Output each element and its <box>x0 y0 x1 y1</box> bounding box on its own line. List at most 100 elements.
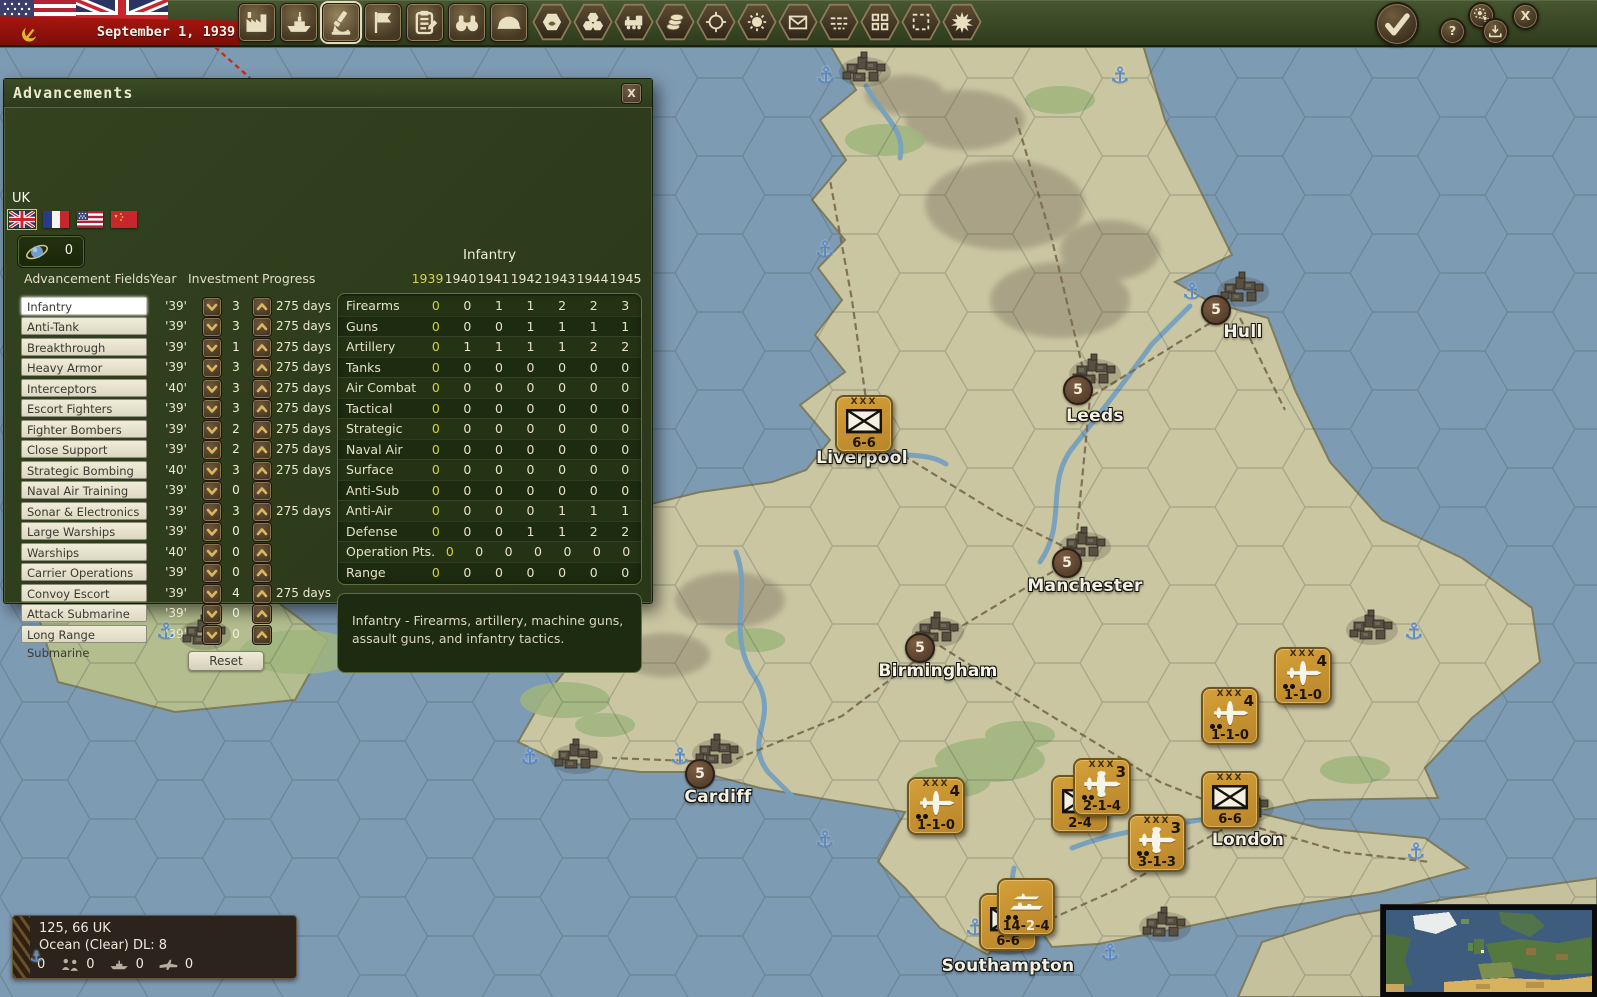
field-name-button[interactable]: Naval Air Training <box>21 481 147 499</box>
selection-button[interactable] <box>901 3 941 41</box>
stat-row: Defense0001122 <box>338 521 641 542</box>
unit-strength: 1-1-0 <box>1276 688 1330 703</box>
field-name-button[interactable]: Sonar & Electronics <box>21 502 147 520</box>
detail-years-row: 1939194019411942194319441945 <box>337 271 642 286</box>
increase-investment-button[interactable] <box>252 502 272 522</box>
reset-button[interactable]: Reset <box>188 651 264 671</box>
panel-title-bar[interactable]: Advancements X <box>4 79 652 108</box>
decrease-investment-button[interactable] <box>202 338 222 358</box>
reports-button[interactable] <box>406 3 444 42</box>
decrease-investment-button[interactable] <box>202 502 222 522</box>
field-name-button[interactable]: Warships <box>21 543 147 561</box>
minimap[interactable] <box>1381 905 1597 997</box>
decrease-investment-button[interactable] <box>202 358 222 378</box>
increase-investment-button[interactable] <box>252 297 272 317</box>
decrease-investment-button[interactable] <box>202 420 222 440</box>
city-sprite[interactable] <box>545 735 609 779</box>
usa-flag-tab[interactable] <box>77 211 103 228</box>
city-sprite[interactable] <box>833 48 897 92</box>
field-name-button[interactable]: Carrier Operations <box>21 563 147 581</box>
city-sprite[interactable] <box>1133 903 1197 947</box>
city-sprite[interactable] <box>1340 606 1404 650</box>
unit-counter-navy[interactable]: 14-2-4 <box>997 878 1055 936</box>
unit-counter-fighter[interactable]: XXX41-1-0 <box>1201 687 1259 745</box>
unit-counter-infantry[interactable]: XXX6-6 <box>835 395 893 453</box>
increase-investment-button[interactable] <box>252 584 272 604</box>
naval-button[interactable] <box>280 3 318 42</box>
field-name-button[interactable]: Infantry <box>21 297 147 315</box>
decrease-investment-button[interactable] <box>202 481 222 501</box>
hex-info-button[interactable] <box>573 3 613 41</box>
field-name-button[interactable]: Fighter Bombers <box>21 420 147 438</box>
field-name-button[interactable]: Convoy Escort <box>21 584 147 602</box>
increase-investment-button[interactable] <box>252 379 272 399</box>
research-button[interactable] <box>322 3 360 42</box>
panel-close-button[interactable]: X <box>621 83 642 104</box>
terrain-button[interactable] <box>532 3 572 41</box>
china-flag-tab[interactable] <box>111 211 137 228</box>
intelligence-button[interactable] <box>448 3 486 42</box>
increase-investment-button[interactable] <box>252 399 272 419</box>
decrease-investment-button[interactable] <box>202 543 222 563</box>
unit-counter-fighter[interactable]: XXX41-1-0 <box>907 777 965 835</box>
field-name-button[interactable]: Close Support <box>21 440 147 458</box>
increase-investment-button[interactable] <box>252 317 272 337</box>
production-button[interactable] <box>238 3 276 42</box>
supply-button[interactable] <box>819 3 859 41</box>
strategic-targets-button[interactable] <box>696 3 736 41</box>
increase-investment-button[interactable] <box>252 563 272 583</box>
decrease-investment-button[interactable] <box>202 522 222 542</box>
anchor-icon: ⚓ <box>1406 840 1426 865</box>
weather-button[interactable] <box>737 3 777 41</box>
field-name-button[interactable]: Strategic Bombing <box>21 461 147 479</box>
combat-results-button[interactable] <box>942 3 982 41</box>
field-name-button[interactable]: Heavy Armor <box>21 358 147 376</box>
increase-investment-button[interactable] <box>252 440 272 460</box>
field-name-button[interactable]: Attack Submarine <box>21 604 147 622</box>
unit-counter-infantry[interactable]: XXX6-6 <box>1201 771 1259 829</box>
increase-investment-button[interactable] <box>252 420 272 440</box>
field-name-button[interactable]: Large Warships <box>21 522 147 540</box>
decrease-investment-button[interactable] <box>202 379 222 399</box>
close-window-button[interactable]: X <box>1512 3 1539 30</box>
resources-button[interactable] <box>655 3 695 41</box>
france-flag-tab[interactable] <box>43 211 69 228</box>
unit-counter-bomber[interactable]: XXX32-1-4 <box>1073 758 1131 816</box>
unit-counter-fighter[interactable]: XXX41-1-0 <box>1274 647 1332 705</box>
increase-investment-button[interactable] <box>252 461 272 481</box>
decrease-investment-button[interactable] <box>202 625 222 645</box>
decrease-investment-button[interactable] <box>202 440 222 460</box>
uk-flag-tab[interactable] <box>9 211 35 228</box>
unit-overlay-button[interactable] <box>860 3 900 41</box>
help-button[interactable]: ? <box>1439 18 1466 45</box>
save-button[interactable] <box>1482 18 1509 45</box>
increase-investment-button[interactable] <box>252 481 272 501</box>
decrease-investment-button[interactable] <box>202 563 222 583</box>
field-name-button[interactable]: Breakthrough <box>21 338 147 356</box>
research-points-button[interactable]: 0 <box>17 235 85 268</box>
rail-movement-button[interactable] <box>614 3 654 41</box>
field-name-button[interactable]: Long Range Submarine <box>21 625 147 643</box>
decrease-investment-button[interactable] <box>202 317 222 337</box>
increase-investment-button[interactable] <box>252 522 272 542</box>
field-name-button[interactable]: Escort Fighters <box>21 399 147 417</box>
decrease-investment-button[interactable] <box>202 461 222 481</box>
messages-button[interactable] <box>778 3 818 41</box>
increase-investment-button[interactable] <box>252 338 272 358</box>
units-button[interactable] <box>490 3 528 42</box>
decrease-investment-button[interactable] <box>202 604 222 624</box>
end-turn-button[interactable] <box>1375 2 1419 46</box>
decrease-investment-button[interactable] <box>202 399 222 419</box>
unit-counter-bomber[interactable]: XXX33-1-3 <box>1128 814 1186 872</box>
field-name-button[interactable]: Anti-Tank <box>21 317 147 335</box>
increase-investment-button[interactable] <box>252 604 272 624</box>
increase-investment-button[interactable] <box>252 543 272 563</box>
field-name-button[interactable]: Interceptors <box>21 379 147 397</box>
increase-investment-button[interactable] <box>252 358 272 378</box>
decrease-investment-button[interactable] <box>202 297 222 317</box>
diplomacy-button[interactable] <box>364 3 402 42</box>
decrease-investment-button[interactable] <box>202 584 222 604</box>
anchor-icon: ⚓ <box>1404 620 1424 645</box>
increase-investment-button[interactable] <box>252 625 272 645</box>
advancement-row: Strategic Bombing'40'3275 days <box>18 461 336 480</box>
